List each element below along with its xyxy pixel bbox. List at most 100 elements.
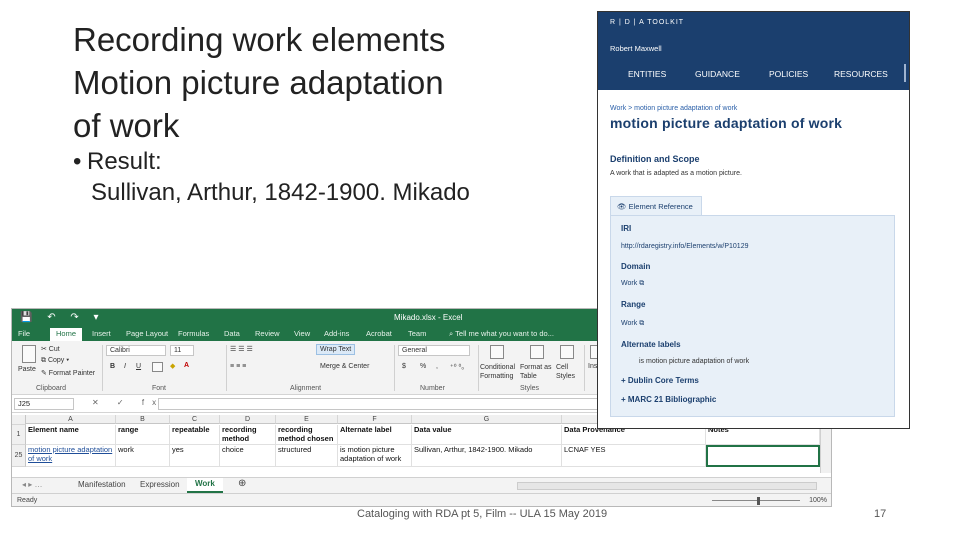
font-color-icon[interactable]: A bbox=[184, 362, 189, 369]
nav-entities[interactable]: ENTITIES bbox=[628, 69, 666, 79]
nav-policies[interactable]: POLICIES bbox=[769, 69, 808, 79]
marc21-expander[interactable]: + MARC 21 Bibliographic bbox=[621, 395, 716, 404]
number-format-select[interactable]: General bbox=[398, 345, 470, 356]
percent-button[interactable]: % bbox=[420, 363, 426, 370]
dublin-core-expander[interactable]: + Dublin Core Terms bbox=[621, 376, 699, 385]
column-header[interactable]: D bbox=[220, 415, 276, 424]
table-cell[interactable]: work bbox=[116, 445, 170, 467]
underline-button[interactable]: U bbox=[136, 363, 141, 370]
name-box[interactable]: J25 bbox=[14, 398, 74, 410]
alignment-group-label: Alignment bbox=[290, 385, 322, 392]
nav-resources[interactable]: RESOURCES bbox=[834, 69, 888, 79]
conditional-formatting-icon[interactable] bbox=[490, 345, 504, 359]
zoom-level[interactable]: 100% bbox=[809, 497, 827, 504]
rda-logo[interactable]: R | D | A TOOLKIT bbox=[610, 19, 684, 26]
table-cell[interactable]: LCNAF YES bbox=[562, 445, 706, 467]
borders-icon[interactable] bbox=[152, 362, 163, 372]
iri-value[interactable]: http://rdaregistry.info/Elements/w/P1012… bbox=[621, 243, 749, 250]
sheet-tabs-bar: ◂ ▸ … Manifestation Expression Work ⊕ bbox=[12, 477, 831, 493]
formula-controls[interactable]: ✕ ✓ fx bbox=[92, 398, 164, 407]
table-cell[interactable]: is motion picture adaptation of work bbox=[338, 445, 412, 467]
tab-acrobat[interactable]: Acrobat bbox=[366, 329, 392, 338]
tab-data[interactable]: Data bbox=[224, 329, 240, 338]
domain-value[interactable]: Work ⧉ bbox=[621, 280, 644, 288]
tab-add-ins[interactable]: Add-ins bbox=[324, 329, 349, 338]
conditional-formatting-button[interactable]: Conditional Formatting bbox=[480, 363, 520, 381]
row-header[interactable]: 25 bbox=[12, 445, 26, 467]
range-value[interactable]: Work ⧉ bbox=[621, 320, 644, 328]
ribbon-divider bbox=[478, 345, 479, 391]
align-left-icon[interactable]: ≡≡≡ bbox=[230, 363, 248, 370]
paste-icon[interactable] bbox=[22, 345, 36, 363]
sheet-tab-manifestation[interactable]: Manifestation bbox=[78, 480, 126, 489]
table-cell[interactable]: Sullivan, Arthur, 1842-1900. Mikado bbox=[412, 445, 562, 467]
tab-view[interactable]: View bbox=[294, 329, 310, 338]
tab-file[interactable]: File bbox=[18, 329, 30, 338]
font-size-select[interactable]: 11 bbox=[170, 345, 194, 356]
selected-cell[interactable] bbox=[706, 445, 820, 467]
tab-insert[interactable]: Insert bbox=[92, 329, 111, 338]
tab-page-layout[interactable]: Page Layout bbox=[126, 329, 168, 338]
sheet-nav-arrows[interactable]: ◂ ▸ … bbox=[22, 480, 42, 489]
domain-link[interactable]: Work bbox=[621, 280, 637, 287]
rda-content: Work > motion picture adaptation of work… bbox=[610, 105, 899, 131]
format-painter-button[interactable]: ✎ Format Painter bbox=[41, 369, 95, 377]
copy-button[interactable]: ⧉ Copy ▾ bbox=[41, 357, 69, 365]
tab-home[interactable]: Home bbox=[50, 328, 83, 341]
range-link[interactable]: Work bbox=[621, 320, 637, 327]
bold-button[interactable]: B bbox=[110, 363, 115, 370]
table-cell[interactable]: recording method chosen bbox=[276, 425, 338, 445]
table-cell[interactable]: range bbox=[116, 425, 170, 445]
merge-center-button[interactable]: Merge & Center bbox=[320, 363, 369, 370]
comma-button[interactable]: , bbox=[436, 363, 438, 370]
zoom-slider-track[interactable] bbox=[712, 500, 800, 501]
breadcrumb[interactable]: Work > motion picture adaptation of work bbox=[610, 105, 899, 112]
rda-header: R | D | A TOOLKIT Robert Maxwell ENTITIE… bbox=[598, 12, 909, 90]
result-text: Sullivan, Arthur, 1842-1900. Mikado bbox=[91, 179, 470, 206]
column-header[interactable]: A bbox=[26, 415, 116, 424]
user-name[interactable]: Robert Maxwell bbox=[610, 44, 662, 53]
row-header[interactable]: 1 bbox=[12, 425, 26, 445]
tab-review[interactable]: Review bbox=[255, 329, 280, 338]
quick-access-toolbar[interactable]: 💾 ↶ ↷ ▾ bbox=[20, 312, 105, 323]
format-as-table-button[interactable]: Format as Table bbox=[520, 363, 556, 381]
currency-button[interactable]: $ bbox=[402, 363, 406, 370]
table-cell[interactable]: recording method bbox=[220, 425, 276, 445]
tab-formulas[interactable]: Formulas bbox=[178, 329, 209, 338]
table-cell[interactable]: yes bbox=[170, 445, 220, 467]
decimal-buttons[interactable]: ⁺⁰ ⁰₀ bbox=[450, 363, 464, 371]
add-sheet-icon[interactable]: ⊕ bbox=[238, 478, 246, 489]
cut-button[interactable]: ✂ Cut bbox=[41, 345, 60, 353]
font-name-select[interactable]: Calibri bbox=[106, 345, 166, 356]
table-cell[interactable]: Alternate label bbox=[338, 425, 412, 445]
column-header[interactable]: F bbox=[338, 415, 412, 424]
column-header[interactable]: G bbox=[412, 415, 562, 424]
wrap-text-button[interactable]: Wrap Text bbox=[316, 344, 356, 355]
element-reference-tab[interactable]: 👁 Element Reference bbox=[610, 196, 702, 216]
italic-button[interactable]: I bbox=[124, 363, 126, 370]
align-top-icon[interactable]: ☰☰☰ bbox=[230, 345, 255, 353]
rda-toolkit-panel: R | D | A TOOLKIT Robert Maxwell ENTITIE… bbox=[597, 11, 910, 429]
paste-button[interactable]: Paste bbox=[18, 366, 36, 373]
table-cell[interactable]: motion picture adaptation of work bbox=[26, 445, 116, 467]
table-cell[interactable]: Element name bbox=[26, 425, 116, 445]
tell-me-search[interactable]: ⌕ Tell me what you want to do... bbox=[449, 329, 554, 339]
column-header[interactable]: B bbox=[116, 415, 170, 424]
fill-color-icon[interactable]: ◆ bbox=[170, 362, 175, 370]
sheet-tab-work[interactable]: Work bbox=[187, 478, 223, 493]
cell-styles-button[interactable]: Cell Styles bbox=[556, 363, 578, 381]
horizontal-scrollbar[interactable] bbox=[517, 482, 817, 490]
column-header[interactable]: C bbox=[170, 415, 220, 424]
select-all-corner[interactable] bbox=[12, 415, 26, 425]
nav-guidance[interactable]: GUIDANCE bbox=[695, 69, 740, 79]
table-cell[interactable]: structured bbox=[276, 445, 338, 467]
table-cell[interactable]: choice bbox=[220, 445, 276, 467]
table-cell[interactable]: Data value bbox=[412, 425, 562, 445]
column-header[interactable]: E bbox=[276, 415, 338, 424]
table-cell[interactable]: repeatable bbox=[170, 425, 220, 445]
sheet-tab-expression[interactable]: Expression bbox=[140, 480, 180, 489]
format-as-table-icon[interactable] bbox=[530, 345, 544, 359]
tab-team[interactable]: Team bbox=[408, 329, 426, 338]
cell-styles-icon[interactable] bbox=[560, 345, 574, 359]
zoom-slider-knob[interactable] bbox=[757, 497, 760, 505]
